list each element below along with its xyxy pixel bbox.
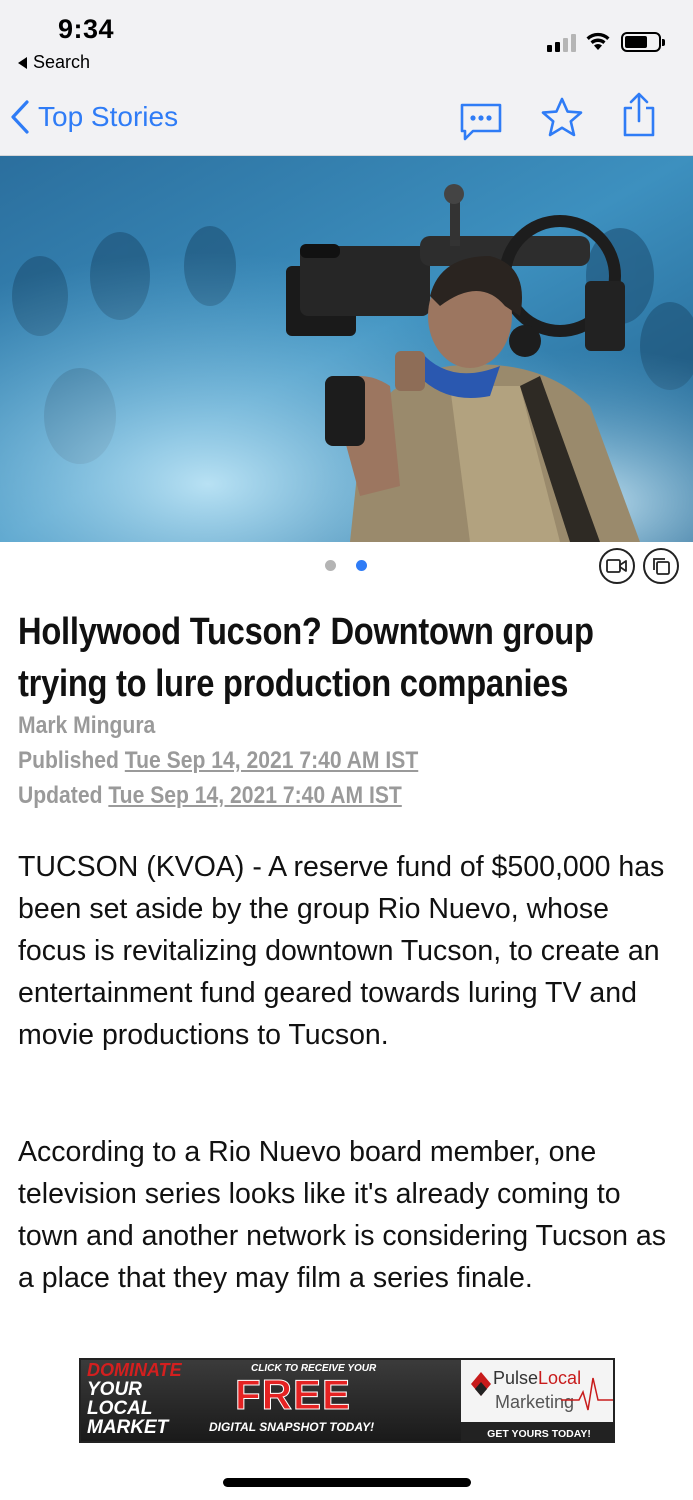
wifi-icon	[586, 32, 610, 50]
pulse-line-icon	[561, 1377, 613, 1411]
comment-icon[interactable]	[459, 102, 503, 142]
back-to-app-label: Search	[33, 52, 91, 72]
article-author[interactable]: Mark Mingura	[18, 712, 155, 740]
article-headline: Hollywood Tucson? Downtown group trying …	[18, 611, 594, 705]
ad-dominate-text: DOMINATE	[87, 1360, 182, 1380]
hero-image[interactable]	[0, 156, 693, 542]
video-button[interactable]	[599, 548, 635, 584]
published-date[interactable]: Tue Sep 14, 2021 7:40 AM IST	[125, 747, 418, 774]
star-icon[interactable]	[539, 96, 585, 140]
back-button-label: Top Stories	[38, 101, 179, 132]
ad-your-local-market: YOUR LOCAL MARKET	[87, 1379, 169, 1438]
back-button[interactable]: Top Stories	[10, 100, 178, 134]
page-dot-1[interactable]	[325, 560, 336, 571]
back-to-app-button[interactable]: Search	[18, 52, 90, 73]
back-triangle-icon	[18, 56, 27, 69]
image-pager	[0, 542, 693, 588]
article-paragraph-2: According to a Rio Nuevo board member, o…	[18, 1136, 666, 1294]
video-icon	[606, 559, 627, 573]
updated-date[interactable]: Tue Sep 14, 2021 7:40 AM IST	[108, 782, 401, 809]
share-icon[interactable]	[620, 92, 658, 138]
page-dot-2-active[interactable]	[356, 560, 367, 571]
battery-icon	[621, 32, 665, 52]
updated-label: Updated	[18, 782, 103, 809]
home-indicator[interactable]	[223, 1478, 471, 1487]
ad-digital-text: DIGITAL SNAPSHOT TODAY!	[209, 1420, 375, 1434]
published-line: Published Tue Sep 14, 2021 7:40 AM IST	[18, 747, 418, 775]
status-bar: 9:34 Search	[0, 0, 693, 78]
published-label: Published	[18, 747, 119, 774]
pulselocal-logo-icon	[471, 1372, 491, 1396]
chevron-left-icon	[11, 100, 29, 134]
navigation-bar: Top Stories	[0, 78, 693, 156]
updated-line: Updated Tue Sep 14, 2021 7:40 AM IST	[18, 782, 402, 810]
status-time: 9:34	[58, 14, 115, 44]
gallery-icon	[653, 558, 670, 575]
gallery-button[interactable]	[643, 548, 679, 584]
ad-cta-button[interactable]: GET YOURS TODAY!	[461, 1422, 613, 1441]
article-paragraph-1: TUCSON (KVOA) - A reserve fund of $500,0…	[18, 851, 665, 1051]
ad-free-text: FREE	[234, 1371, 352, 1418]
cellular-signal-icon	[547, 34, 576, 52]
ad-banner[interactable]: DOMINATE YOUR LOCAL MARKET CLICK TO RECE…	[79, 1358, 615, 1443]
